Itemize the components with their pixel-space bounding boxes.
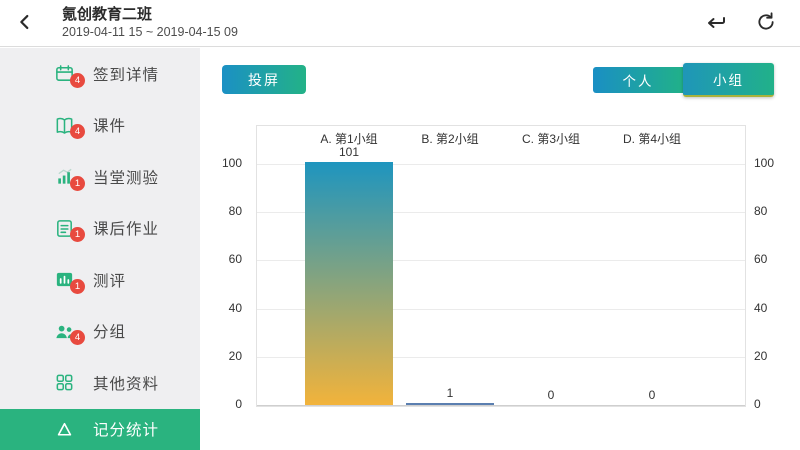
y-axis-tick-label: 80 bbox=[754, 204, 767, 218]
sidebar-item-label: 当堂测验 bbox=[93, 166, 159, 188]
badge: 1 bbox=[70, 279, 85, 294]
y-axis-tick-label: 20 bbox=[754, 349, 767, 363]
badge: 4 bbox=[70, 330, 85, 345]
sidebar-item-other-materials[interactable]: 其他资料 bbox=[0, 357, 200, 409]
sidebar: 4 签到详情 4 课件 1 当堂测验 1 课后作业 1 测评 4 bbox=[0, 48, 200, 450]
sidebar-item-evaluation[interactable]: 1 测评 bbox=[0, 254, 200, 306]
y-axis-left: 020406080100 bbox=[200, 125, 250, 405]
quiz-bars-icon: 1 bbox=[52, 165, 76, 189]
bar-chart-plot: A. 第1小组101B. 第2小组1C. 第3小组0D. 第4小组0 bbox=[256, 125, 746, 407]
chevron-left-icon bbox=[14, 11, 36, 36]
y-axis-tick-label: 20 bbox=[229, 349, 242, 363]
sidebar-item-label: 签到详情 bbox=[93, 63, 159, 85]
y-axis-right: 020406080100 bbox=[748, 125, 793, 405]
sidebar-item-score-stats[interactable]: 记分统计 bbox=[0, 409, 200, 450]
y-axis-tick-label: 100 bbox=[754, 156, 774, 170]
refresh-button[interactable] bbox=[750, 7, 782, 39]
score-bar-chart: 020406080100 A. 第1小组101B. 第2小组1C. 第3小组0D… bbox=[200, 110, 800, 430]
sidebar-item-label: 测评 bbox=[93, 269, 126, 291]
y-axis-tick-label: 60 bbox=[229, 252, 242, 266]
grid-icon bbox=[52, 371, 76, 395]
triangle-icon bbox=[52, 417, 76, 441]
calendar-check-icon: 4 bbox=[52, 62, 76, 86]
sidebar-item-homework[interactable]: 1 课后作业 bbox=[0, 203, 200, 255]
sidebar-item-courseware[interactable]: 4 课件 bbox=[0, 100, 200, 152]
bar bbox=[305, 162, 393, 405]
y-axis-tick-label: 100 bbox=[222, 156, 242, 170]
gridline bbox=[257, 405, 745, 406]
sidebar-item-label: 记分统计 bbox=[93, 418, 159, 440]
y-axis-tick-label: 0 bbox=[754, 397, 761, 411]
y-axis-tick-label: 40 bbox=[754, 301, 767, 315]
page-title: 氪创教育二班 bbox=[62, 6, 238, 23]
y-axis-tick-label: 60 bbox=[754, 252, 767, 266]
return-arrow-icon bbox=[703, 9, 729, 38]
badge: 4 bbox=[70, 124, 85, 139]
value-label: 0 bbox=[592, 388, 712, 402]
sidebar-item-label: 课后作业 bbox=[93, 217, 159, 239]
badge: 1 bbox=[70, 176, 85, 191]
header-actions bbox=[700, 7, 782, 39]
sidebar-item-quiz[interactable]: 1 当堂测验 bbox=[0, 151, 200, 203]
back-button[interactable] bbox=[8, 6, 42, 40]
value-label: 101 bbox=[289, 145, 409, 159]
document-lines-icon: 1 bbox=[52, 216, 76, 240]
tab-personal[interactable]: 个人 bbox=[593, 67, 683, 93]
badge: 4 bbox=[70, 73, 85, 88]
cast-screen-button[interactable]: 投屏 bbox=[222, 65, 306, 94]
sidebar-item-checkin[interactable]: 4 签到详情 bbox=[0, 48, 200, 100]
y-axis-tick-label: 40 bbox=[229, 301, 242, 315]
return-button[interactable] bbox=[700, 7, 732, 39]
sidebar-item-label: 其他资料 bbox=[93, 372, 159, 394]
tab-group-active[interactable]: 小组 bbox=[683, 63, 774, 97]
class-title-block: 氪创教育二班 2019-04-11 15 ~ 2019-04-15 09 bbox=[62, 6, 238, 40]
y-axis-tick-label: 80 bbox=[229, 204, 242, 218]
badge: 1 bbox=[70, 227, 85, 242]
bar bbox=[406, 403, 494, 405]
date-range: 2019-04-11 15 ~ 2019-04-15 09 bbox=[62, 25, 238, 39]
people-icon: 4 bbox=[52, 319, 76, 343]
category-label: D. 第4小组 bbox=[592, 132, 712, 146]
header: 氪创教育二班 2019-04-11 15 ~ 2019-04-15 09 bbox=[0, 0, 800, 47]
y-axis-tick-label: 0 bbox=[235, 397, 242, 411]
book-icon: 4 bbox=[52, 113, 76, 137]
sidebar-item-groups[interactable]: 4 分组 bbox=[0, 306, 200, 358]
refresh-icon bbox=[754, 10, 778, 37]
sidebar-item-label: 分组 bbox=[93, 320, 126, 342]
sidebar-item-label: 课件 bbox=[93, 114, 126, 136]
chart-square-icon: 1 bbox=[52, 268, 76, 292]
